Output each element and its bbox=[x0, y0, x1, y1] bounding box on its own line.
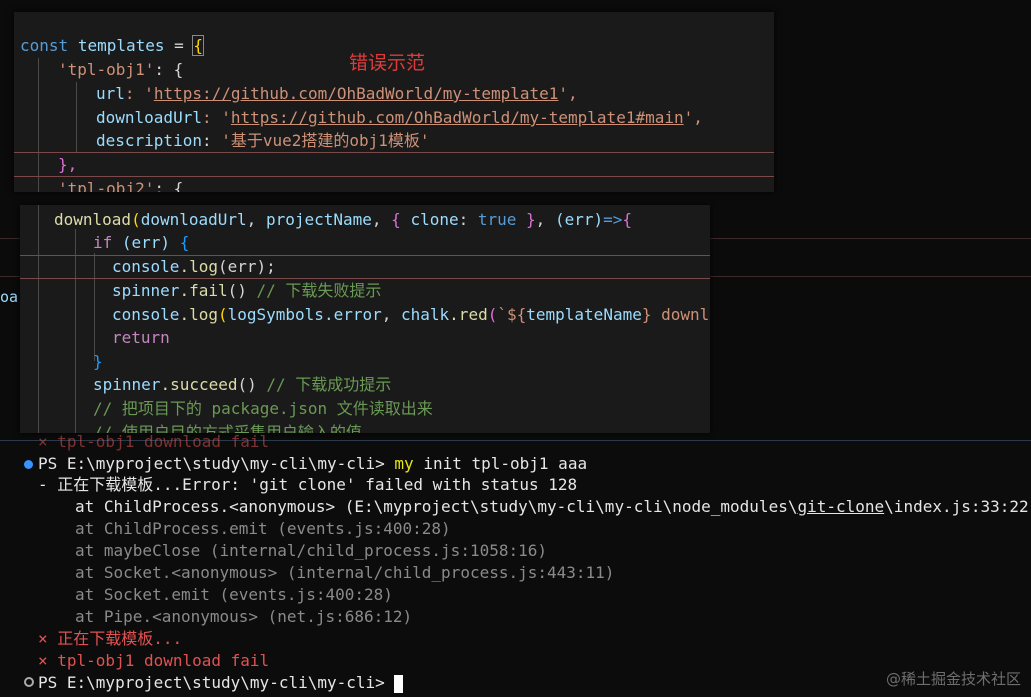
indent-guide bbox=[76, 82, 77, 152]
background-editor-text: oa bbox=[0, 288, 19, 306]
code-line: return bbox=[112, 328, 170, 347]
terminal-prompt-line[interactable]: PS E:\myproject\study\my-cli\my-cli> bbox=[38, 672, 404, 694]
terminal-panel[interactable]: × tpl-obj1 download fail PS E:\myproject… bbox=[0, 432, 1031, 697]
url-link[interactable]: https://github.com/OhBadWorld/my-templat… bbox=[154, 84, 559, 103]
stack-trace-line: at Socket.<anonymous> (internal/child_pr… bbox=[75, 563, 615, 582]
stack-trace-line: at ChildProcess.<anonymous> (E:\myprojec… bbox=[75, 497, 1031, 516]
code-line: }, bbox=[58, 155, 78, 174]
stack-trace-line: at ChildProcess.emit (events.js:400:28) bbox=[75, 519, 451, 538]
code-line: description: '基于vue2搭建的obj1模板' bbox=[96, 131, 430, 150]
stack-trace-line: at maybeClose (internal/child_process.js… bbox=[75, 541, 548, 560]
code-snippet-download: download(downloadUrl, projectName, { clo… bbox=[20, 205, 710, 433]
command-status-dot[interactable] bbox=[24, 460, 33, 469]
terminal-cursor bbox=[394, 674, 404, 693]
error-line: - 正在下载模板...Error: 'git clone' failed wit… bbox=[38, 475, 578, 494]
code-line: } bbox=[93, 352, 103, 371]
previous-output-line: × tpl-obj1 download fail bbox=[38, 432, 270, 451]
code-line: url: 'https://github.com/OhBadWorld/my-t… bbox=[96, 84, 578, 103]
code-line: 'tpl-obj2': { bbox=[58, 179, 184, 192]
git-clone-link[interactable]: git-clone bbox=[797, 497, 884, 516]
code-line: console.log(err); bbox=[112, 257, 276, 276]
fail-line: × tpl-obj1 download fail bbox=[38, 651, 270, 670]
stack-trace-line: at Socket.emit (events.js:400:28) bbox=[75, 585, 393, 604]
command-status-dot[interactable] bbox=[24, 677, 34, 687]
code-line: downloadUrl: 'https://github.com/OhBadWo… bbox=[96, 108, 703, 127]
code-snippet-wrong-example: const templates = { 'tpl-obj1': { url: '… bbox=[14, 12, 774, 192]
fail-line: × 正在下载模板... bbox=[38, 629, 183, 648]
code-line: if (err) { bbox=[93, 233, 190, 252]
download-url-link[interactable]: https://github.com/OhBadWorld/my-templat… bbox=[231, 108, 684, 127]
indent-guide bbox=[38, 205, 39, 433]
terminal-prompt-line: PS E:\myproject\study\my-cli\my-cli> my … bbox=[38, 454, 588, 473]
code-line: spinner.fail() // 下载失败提示 bbox=[112, 281, 382, 300]
stack-trace-line: at Pipe.<anonymous> (net.js:686:12) bbox=[75, 607, 413, 626]
code-line: download(downloadUrl, projectName, { clo… bbox=[54, 210, 633, 229]
code-line: // 把项目下的 package.json 文件读取出来 bbox=[93, 399, 433, 418]
code-line: spinner.succeed() // 下载成功提示 bbox=[93, 375, 392, 394]
watermark: @稀土掘金技术社区 bbox=[885, 670, 1021, 688]
code-line: console.log(logSymbols.error, chalk.red(… bbox=[112, 305, 710, 324]
wrong-example-label: 错误示范 bbox=[349, 52, 426, 74]
